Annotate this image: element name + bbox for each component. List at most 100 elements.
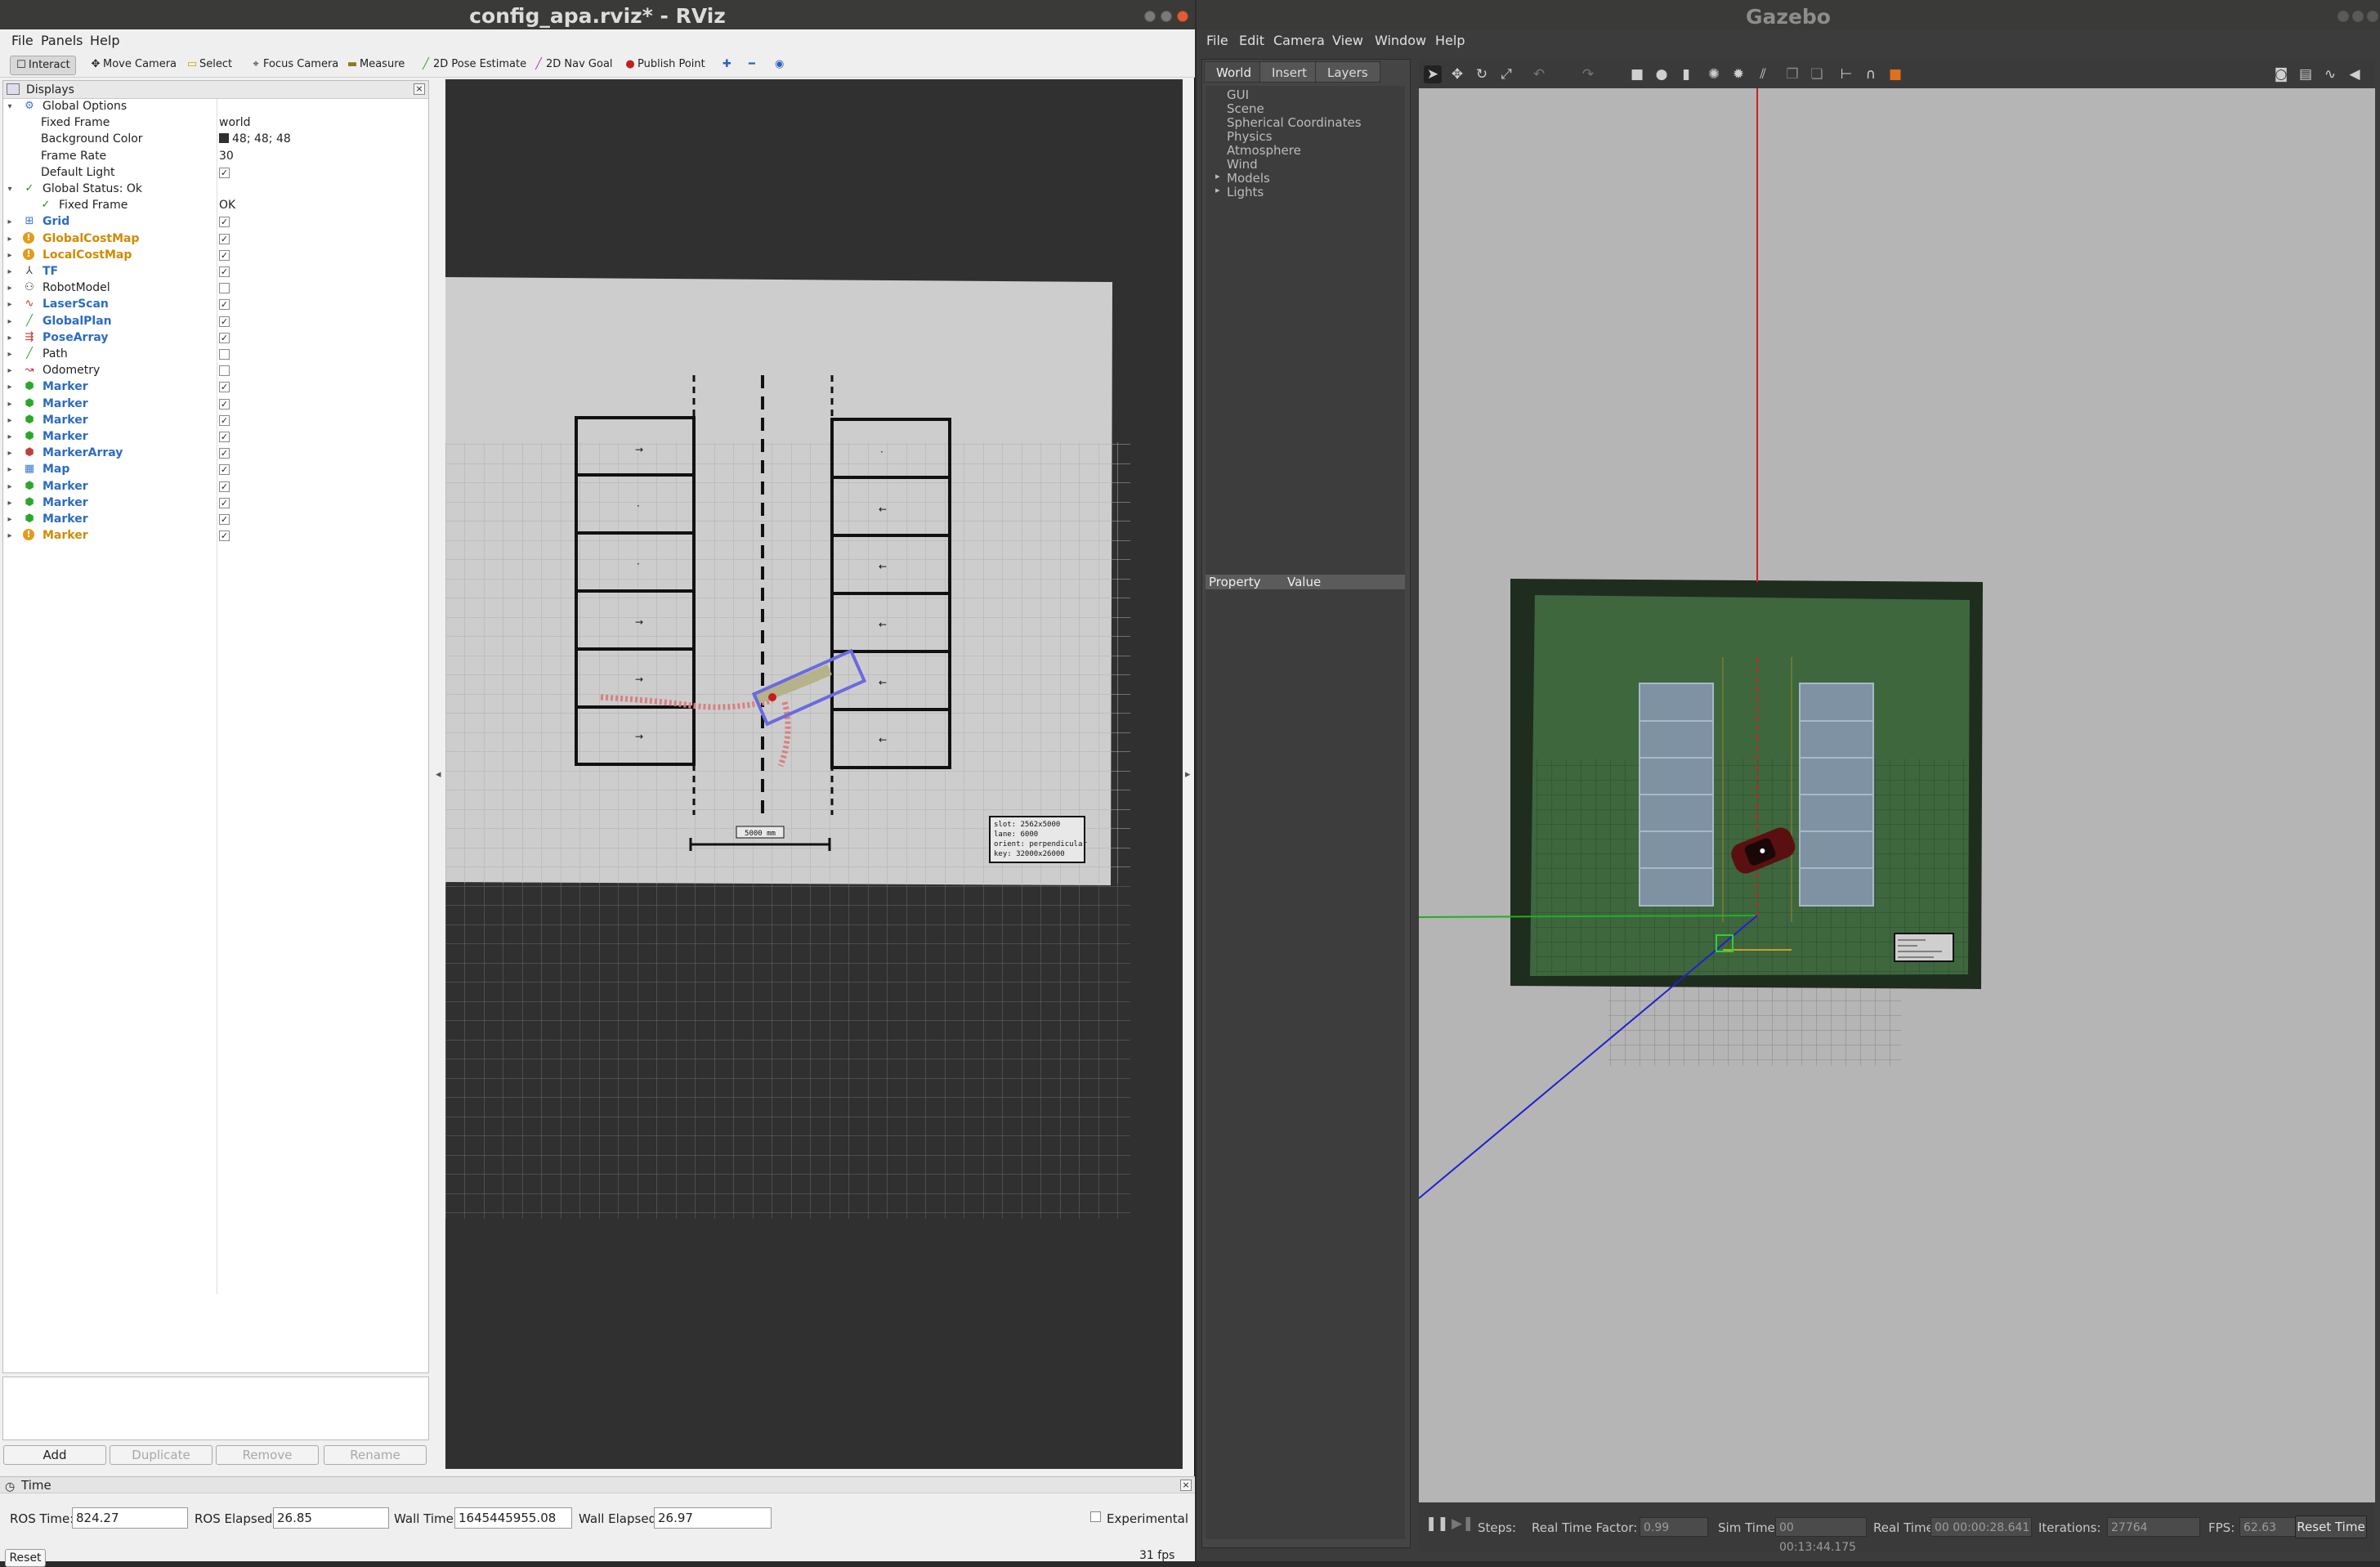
display-row[interactable]: Frame Rate 30	[3, 149, 428, 164]
world-item-physics[interactable]: Physics	[1227, 129, 1272, 144]
display-row[interactable]: ▸! Marker ✓	[3, 528, 428, 544]
display-checkbox[interactable]: ✓	[219, 481, 230, 492]
expand-arrow-icon[interactable]: ▸	[5, 231, 15, 247]
display-row[interactable]: ▸ ⬢ Marker ✓	[3, 429, 428, 445]
snap-icon[interactable]: ∩	[1862, 65, 1880, 83]
display-value[interactable]: 48; 48; 48	[219, 132, 291, 147]
display-row[interactable]: ▸ ⬢ Marker ✓	[3, 413, 428, 428]
display-row[interactable]: Default Light ✓	[3, 165, 428, 181]
display-row[interactable]: ▸ ⅄ TF ✓	[3, 264, 428, 280]
display-row[interactable]: ▸ ⬢ Marker ✓	[3, 379, 428, 395]
display-checkbox[interactable]: ✓	[219, 233, 230, 244]
change-view-icon[interactable]: ■	[1886, 65, 1904, 83]
color-swatch[interactable]	[219, 133, 229, 144]
display-checkbox[interactable]: ✓	[219, 464, 230, 476]
box-shape-icon[interactable]: ■	[1628, 65, 1646, 83]
menu-file[interactable]: File	[1206, 33, 1228, 48]
world-item-gui[interactable]: GUI	[1227, 87, 1249, 102]
display-checkbox[interactable]: ✓	[219, 414, 230, 426]
collapse-arrow-icon[interactable]: ▾	[5, 181, 15, 197]
scale-icon[interactable]: ⤢	[1497, 65, 1515, 83]
redo-icon[interactable]: ↷	[1579, 65, 1597, 83]
tool-focus-camera[interactable]: ⌖ Focus Camera	[245, 56, 343, 75]
tool-properties-icon[interactable]: ◉	[772, 56, 789, 75]
expand-arrow-icon[interactable]: ▸	[5, 363, 15, 378]
display-row[interactable]: ▸ ⇶ PoseArray ✓	[3, 330, 428, 346]
display-row[interactable]: ▸! GlobalCostMap ✓	[3, 231, 428, 247]
wall-time-field[interactable]: 1645445955.08	[454, 1507, 572, 1529]
experimental-checkbox[interactable]	[1090, 1511, 1101, 1522]
collapse-left-icon[interactable]: ◂	[436, 768, 441, 781]
expand-arrow-icon[interactable]: ▸	[5, 429, 15, 445]
expand-arrow-icon[interactable]: ▸	[5, 297, 15, 312]
display-checkbox[interactable]	[219, 283, 230, 294]
expand-arrow-icon[interactable]: ▸	[1215, 171, 1220, 181]
display-checkbox[interactable]: ✓	[219, 514, 230, 525]
display-row[interactable]: ▸ ↝ Odometry	[3, 363, 428, 378]
display-checkbox[interactable]: ✓	[219, 217, 230, 228]
reset-time-button[interactable]: Reset Time	[2295, 1516, 2367, 1538]
screenshot-icon[interactable]: ◙	[2272, 65, 2290, 83]
display-row[interactable]: ▸ ╱ GlobalPlan ✓	[3, 314, 428, 329]
step-icon[interactable]: ▶❚	[1452, 1516, 1474, 1532]
ros-time-field[interactable]: 824.27	[72, 1507, 188, 1529]
menu-file[interactable]: File	[11, 33, 34, 48]
rename-button[interactable]: Rename	[324, 1445, 427, 1465]
display-value[interactable]: 30	[219, 149, 234, 164]
sphere-shape-icon[interactable]: ●	[1653, 65, 1671, 83]
add-tool-icon[interactable]: ✚	[719, 56, 736, 75]
close-icon[interactable]: ×	[1180, 1480, 1192, 1491]
plot-icon[interactable]: ∿	[2321, 65, 2339, 83]
expand-arrow-icon[interactable]: ▸	[5, 379, 15, 395]
expand-arrow-icon[interactable]: ▸	[5, 330, 15, 346]
display-checkbox[interactable]: ✓	[219, 266, 230, 277]
select-arrow-icon[interactable]: ➤	[1424, 65, 1442, 83]
display-row[interactable]: Fixed Frame world	[3, 115, 428, 131]
expand-arrow-icon[interactable]: ▸	[5, 280, 15, 296]
world-item-scene[interactable]: Scene	[1227, 101, 1264, 116]
menu-window[interactable]: Window	[1375, 33, 1426, 48]
add-button[interactable]: Add	[3, 1445, 106, 1465]
display-row[interactable]: ▸ ⬢ Marker ✓	[3, 512, 428, 527]
tool-move-camera[interactable]: ✥ Move Camera	[85, 56, 181, 75]
world-item-models[interactable]: Models	[1227, 171, 1270, 186]
maximize-button[interactable]	[2352, 11, 2364, 22]
world-item-wind[interactable]: Wind	[1227, 157, 1258, 172]
video-icon[interactable]: ◀	[2346, 65, 2364, 83]
menu-edit[interactable]: Edit	[1239, 33, 1264, 48]
display-row[interactable]: Background Color 48; 48; 48	[3, 132, 428, 147]
spot-light-icon[interactable]: ✹	[1729, 65, 1747, 83]
expand-arrow-icon[interactable]: ▸	[5, 248, 15, 263]
cylinder-shape-icon[interactable]: ▮	[1677, 65, 1695, 83]
display-row[interactable]: ▸ ⬢ Marker ✓	[3, 479, 428, 495]
display-row[interactable]: ▾ ⚙ Global Options	[3, 99, 428, 114]
gazebo-3d-scene[interactable]	[1418, 88, 2375, 1502]
expand-arrow-icon[interactable]: ▸	[5, 528, 15, 544]
expand-arrow-icon[interactable]: ▸	[5, 347, 15, 362]
undo-icon[interactable]: ↶	[1530, 65, 1548, 83]
menu-help[interactable]: Help	[90, 33, 119, 48]
menu-view[interactable]: View	[1332, 33, 1363, 48]
wall-elapsed-field[interactable]: 26.97	[654, 1507, 772, 1529]
close-button[interactable]	[1177, 11, 1188, 22]
duplicate-button[interactable]: Duplicate	[110, 1445, 212, 1465]
maximize-button[interactable]	[1161, 11, 1172, 22]
world-item-spherical-coordinates[interactable]: Spherical Coordinates	[1227, 115, 1362, 130]
menu-panels[interactable]: Panels	[41, 33, 83, 48]
world-item-lights[interactable]: Lights	[1227, 185, 1264, 199]
tool-interact[interactable]: ☐ Interact	[10, 56, 76, 75]
display-checkbox[interactable]: ✓	[219, 432, 230, 442]
display-row[interactable]: ▸ ∿ LaserScan ✓	[3, 297, 428, 312]
display-checkbox[interactable]	[219, 365, 230, 377]
minimize-button[interactable]	[2338, 11, 2349, 22]
tab-layers[interactable]: Layers	[1315, 61, 1380, 83]
tool-select[interactable]: ▭ Select	[181, 56, 237, 75]
remove-tool-icon[interactable]: ━	[745, 56, 760, 75]
rviz-render-view[interactable]: → · · → → → · ← ← ← ← ← 5000 mm slot: 25…	[445, 79, 1183, 1469]
display-checkbox[interactable]	[219, 349, 230, 360]
remove-button[interactable]: Remove	[216, 1445, 319, 1465]
rotate-icon[interactable]: ↻	[1473, 65, 1491, 83]
point-light-icon[interactable]: ✺	[1705, 65, 1723, 83]
tab-insert[interactable]: Insert	[1259, 61, 1320, 83]
ros-elapsed-field[interactable]: 26.85	[273, 1507, 389, 1529]
